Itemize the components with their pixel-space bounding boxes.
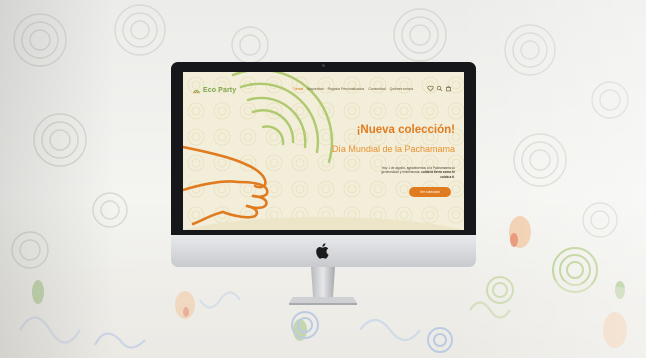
- imac-screen: Eco Party Tienda Mayoristas Regalos Pers…: [183, 72, 464, 230]
- hero-text: Hoy 1 de agosto, agradecemos a la Pacham…: [373, 166, 455, 179]
- search-icon[interactable]: [436, 85, 443, 92]
- imac-bezel: Eco Party Tienda Mayoristas Regalos Pers…: [171, 62, 476, 235]
- heart-icon[interactable]: [427, 85, 434, 92]
- nav-item-regalos[interactable]: Regalos Personalizados: [328, 87, 365, 91]
- hero-subtitle: Día Mundial de la Pachamama: [331, 144, 455, 154]
- main-nav: Tienda Mayoristas Regalos Personalizados…: [293, 87, 413, 91]
- apple-logo-icon: [316, 243, 329, 259]
- bag-icon[interactable]: [445, 85, 452, 92]
- hero-text-bold: cuida la tierra como te cuida a ti: [421, 170, 455, 179]
- nav-item-mayoristas[interactable]: Mayoristas: [307, 87, 323, 91]
- hero-text-part-2: .: [454, 174, 455, 179]
- header-icons: [427, 85, 452, 92]
- site-logo[interactable]: Eco Party: [193, 84, 236, 96]
- nav-item-tienda[interactable]: Tienda: [293, 87, 303, 91]
- hero-title: ¡Nueva colección!: [356, 124, 455, 136]
- nav-item-quienes-somos[interactable]: Quiénes somos: [390, 87, 414, 91]
- nav-item-comunidad[interactable]: Comunidad: [368, 87, 385, 91]
- imac-computer: Eco Party Tienda Mayoristas Regalos Pers…: [171, 62, 476, 267]
- rainbow-logo-icon: [193, 89, 200, 93]
- imac-stand: [289, 267, 357, 305]
- logo-text: Eco Party: [203, 86, 237, 94]
- view-collection-button[interactable]: Ver colección: [409, 187, 451, 197]
- camera-icon: [322, 64, 325, 67]
